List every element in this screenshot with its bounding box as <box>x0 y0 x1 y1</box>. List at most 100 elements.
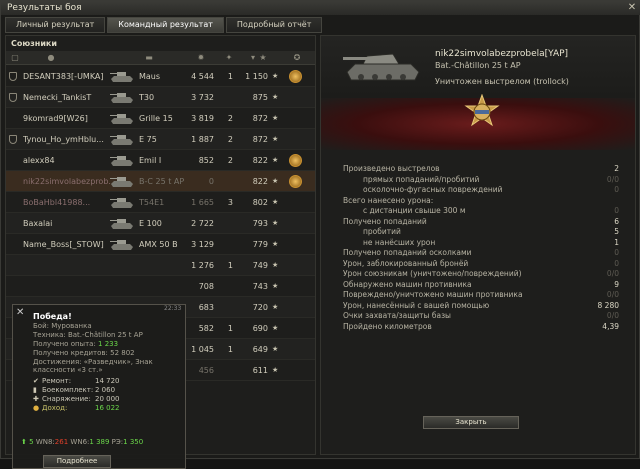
kills-value: 2 <box>227 114 233 123</box>
sort-chevron-icon[interactable]: ★ <box>258 53 268 63</box>
repair-value: 14 720 <box>95 377 120 385</box>
tank-icon <box>110 72 133 82</box>
vehicle-name: E 100 <box>139 219 162 228</box>
tank-icon <box>110 240 133 250</box>
stat-label: Получено попаданий осколками <box>343 248 472 257</box>
xp-column-icon[interactable]: ▾ <box>248 53 258 63</box>
xp-value: 822 <box>252 177 268 186</box>
player-detail-panel: nik22simvolabezprobela[YAP] Bat.-Châtill… <box>320 35 636 455</box>
ammo-line: ▮ Боекомплект: 2 060 <box>33 386 115 394</box>
stat-label: Получено попаданий <box>343 216 427 226</box>
income-value: 16 022 <box>95 404 120 412</box>
table-row[interactable]: Name_Boss[_STOW] AMX 50 B 3 129 779 ★ <box>6 234 315 255</box>
tank-icon <box>110 198 133 208</box>
stat-label: пробитий <box>363 227 401 236</box>
star-icon: ★ <box>272 72 279 80</box>
damage-value: 708 <box>198 282 214 291</box>
damage-value: 3 129 <box>191 240 214 249</box>
vehicle-column-icon[interactable]: ▬ <box>136 53 162 63</box>
kills-value: 2 <box>227 135 233 144</box>
close-icon[interactable]: ✕ <box>16 308 25 318</box>
table-row[interactable]: Tynou_Ho_ymHblu... E 75 1 887 2 872 ★ <box>6 129 315 150</box>
damage-value: 852 <box>198 156 214 165</box>
stat-row: Получено попаданий осколками 0 <box>343 248 619 259</box>
tank-icon <box>110 177 133 187</box>
tab-detailed-report[interactable]: Подробный отчёт <box>225 17 323 33</box>
detail-stats-list: Произведено выстрелов 2 прямых попаданий/п… <box>343 164 619 332</box>
detail-killed-by: Уничтожен выстрелом (trollock) <box>435 77 569 86</box>
stat-row: Пройдено километров 4,39 <box>343 322 619 333</box>
table-row[interactable]: 708 743 ★ <box>6 276 315 297</box>
achievement-banner <box>321 94 635 150</box>
xp-value: 779 <box>252 240 268 249</box>
kills-column-icon[interactable]: ✦ <box>224 53 234 63</box>
repair-line: ✔ Ремонт: 14 720 <box>33 377 120 385</box>
stat-label: Всего нанесено урона: <box>343 195 434 205</box>
player-column-icon[interactable]: ● <box>46 53 56 63</box>
damage-column-icon[interactable]: ✹ <box>196 53 206 63</box>
stat-value: 6 <box>614 216 619 226</box>
squad-column-icon[interactable]: ▢ <box>10 53 20 63</box>
more-details-button[interactable]: Подробнее <box>43 455 111 468</box>
vehicle-name: Emil I <box>139 156 162 165</box>
tab-personal-result[interactable]: Личный результат <box>5 17 106 33</box>
close-icon[interactable]: ✕ <box>627 3 637 13</box>
xp-value: 743 <box>252 282 268 291</box>
window-titlebar[interactable]: Результаты боя ✕ <box>1 1 640 15</box>
vehicle-name: AMX 50 B <box>139 240 178 249</box>
arrow-up-icon: ⬆ <box>21 438 27 446</box>
damage-value: 1 045 <box>191 345 214 354</box>
damage-value: 3 732 <box>191 93 214 102</box>
stat-label: осколочно-фугасных повреждений <box>363 185 503 194</box>
player-name: Name_Boss[_STOW] <box>23 240 104 249</box>
detail-player-name: nik22simvolabezprobela[YAP] <box>435 49 569 59</box>
wn8-value: 261 <box>54 438 69 446</box>
medal-column-icon[interactable]: ✪ <box>292 53 302 63</box>
credits-value: 52 802 <box>110 349 135 357</box>
tank-icon <box>110 114 133 124</box>
kills-value: 1 <box>227 345 233 354</box>
stat-value: 0 <box>614 248 619 257</box>
table-row[interactable]: BoBaHbl41988... T54E1 1 665 3 802 ★ <box>6 192 315 213</box>
tank-silhouette-icon <box>343 53 420 81</box>
stat-label: с дистанции свыше 300 м <box>363 206 466 215</box>
stat-row: не нанёсших урон 1 <box>343 238 619 249</box>
allies-table-header: ▢ ● ▬ ✹ ✦ ▾ ★ ✪ <box>6 51 315 65</box>
player-detail-header: nik22simvolabezprobela[YAP] Bat.-Châtill… <box>321 36 635 98</box>
xp-value: 793 <box>252 219 268 228</box>
stat-label: Пройдено километров <box>343 321 432 331</box>
table-row[interactable]: Nemecki_TankisT T30 3 732 875 ★ <box>6 87 315 108</box>
table-row[interactable]: Baxalai E 100 2 722 793 ★ <box>6 213 315 234</box>
close-button[interactable]: Закрыть <box>423 416 519 429</box>
stat-value: 4,39 <box>602 321 619 331</box>
stat-value: 0 <box>614 258 619 268</box>
medal-icon[interactable] <box>289 154 302 167</box>
table-row[interactable]: 1 276 1 749 ★ <box>6 255 315 276</box>
credits-label: Получено кредитов: <box>33 349 108 357</box>
xp-label: Получено опыта: <box>33 340 96 348</box>
xp-value: 875 <box>252 93 268 102</box>
stat-label: Урон, нанесённый с вашей помощью <box>343 300 490 310</box>
damage-value: 683 <box>198 303 214 312</box>
stat-row: Урон союзникам (уничтожено/повреждений) 0… <box>343 269 619 280</box>
popup-title: Победа! <box>33 312 72 321</box>
medal-icon[interactable] <box>289 175 302 188</box>
table-row[interactable]: DESANT383[-UMKA] Maus 4 544 1 1 150 ★ <box>6 66 315 87</box>
stat-value: 2 <box>614 164 619 173</box>
xp-value: 1 233 <box>98 340 119 348</box>
medal-icon[interactable] <box>289 70 302 83</box>
vehicle-name: T30 <box>139 93 155 102</box>
scout-medal-icon[interactable] <box>464 94 500 132</box>
battle-results-window: Результаты боя ✕ Личный результат Команд… <box>0 0 640 469</box>
star-icon: ★ <box>272 219 279 227</box>
tab-team-result[interactable]: Командный результат <box>107 17 224 33</box>
table-row[interactable]: nik22simvolabezprob... B-C 25 t AP 0 822 ★ <box>6 171 315 192</box>
rating-line: ⬆ 5 WN8:261 WN6:1 389 РЭ:1 350 <box>21 438 143 446</box>
equipment-label: Снаряжение: <box>42 395 91 403</box>
table-row[interactable]: 9komrad9[W26] Grille 15 3 819 2 872 ★ <box>6 108 315 129</box>
xp-value: 690 <box>252 324 268 333</box>
table-row[interactable]: alexx84 Emil I 852 2 822 ★ <box>6 150 315 171</box>
battle-summary-popup: ✕ 22:33 Победа! Бой: Мурованка Техника: … <box>12 304 186 469</box>
vehicle-name: Grille 15 <box>139 114 173 123</box>
wn6-label: WN6: <box>70 438 90 446</box>
